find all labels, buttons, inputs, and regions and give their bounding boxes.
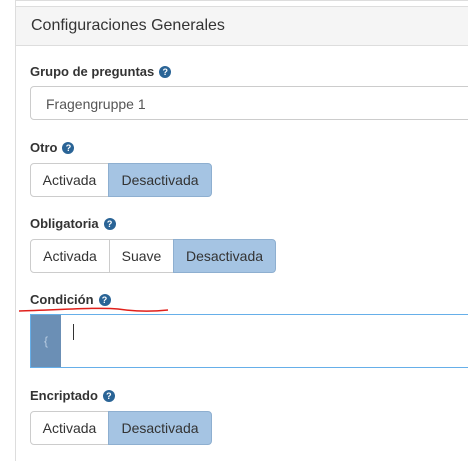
obligatoria-toggle: Activada Suave Desactivada bbox=[30, 239, 276, 273]
panel-title: Configuraciones Generales bbox=[31, 17, 225, 34]
condition-editor[interactable]: { bbox=[30, 314, 468, 368]
group-label: Grupo de preguntas ? bbox=[30, 64, 172, 79]
help-icon[interactable]: ? bbox=[159, 65, 172, 78]
help-icon[interactable]: ? bbox=[102, 389, 115, 402]
red-underline-annotation bbox=[18, 307, 169, 312]
group-label-text: Grupo de preguntas bbox=[30, 64, 155, 79]
help-icon[interactable]: ? bbox=[62, 141, 75, 154]
panel-heading[interactable]: Configuraciones Generales bbox=[16, 6, 468, 46]
encriptado-activada-button[interactable]: Activada bbox=[30, 411, 109, 445]
otro-label: Otro ? bbox=[30, 140, 75, 155]
encriptado-toggle: Activada Desactivada bbox=[30, 411, 212, 445]
help-icon[interactable]: ? bbox=[103, 217, 116, 230]
otro-label-text: Otro bbox=[30, 140, 58, 155]
obligatoria-label: Obligatoria ? bbox=[30, 216, 116, 231]
encriptado-desactivada-button[interactable]: Desactivada bbox=[108, 411, 212, 445]
text-cursor bbox=[73, 324, 74, 340]
question-group-value: Fragengruppe 1 bbox=[46, 96, 146, 112]
obligatoria-suave-button[interactable]: Suave bbox=[109, 239, 174, 273]
condition-brace-addon: { bbox=[31, 315, 61, 367]
encriptado-label-text: Encriptado bbox=[30, 388, 98, 403]
obligatoria-activada-button[interactable]: Activada bbox=[30, 239, 110, 273]
obligatoria-desactivada-button[interactable]: Desactivada bbox=[173, 239, 276, 273]
otro-desactivada-button[interactable]: Desactivada bbox=[108, 163, 212, 197]
encriptado-label: Encriptado ? bbox=[30, 388, 115, 403]
otro-toggle: Activada Desactivada bbox=[30, 163, 212, 197]
otro-activada-button[interactable]: Activada bbox=[30, 163, 109, 197]
obligatoria-label-text: Obligatoria bbox=[30, 216, 99, 231]
question-group-select[interactable]: Fragengruppe 1 bbox=[30, 86, 468, 120]
